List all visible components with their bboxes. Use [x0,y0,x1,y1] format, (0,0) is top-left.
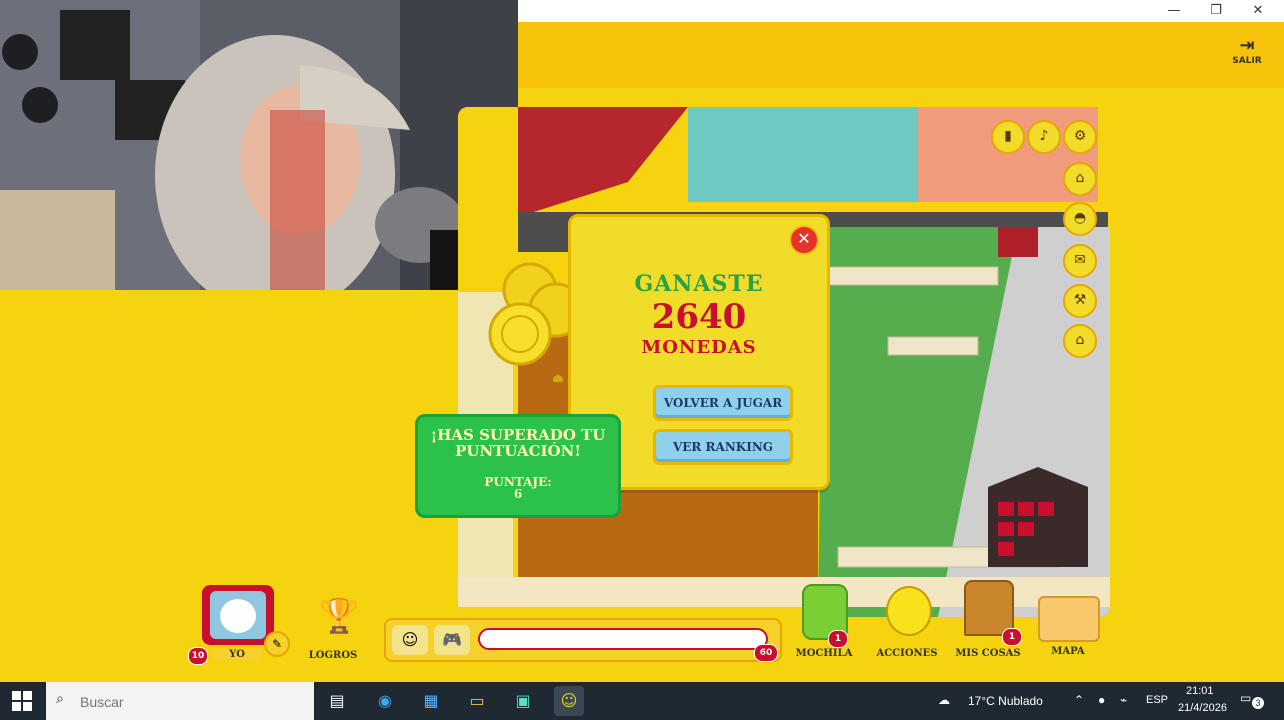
notification-count: 3 [1252,697,1264,709]
game-app-icon[interactable]: ☺ [554,686,584,716]
score-value: 6 [513,487,523,501]
weather-text[interactable]: 17°C Nublado [968,694,1043,708]
trophy-icon: 🏆 [318,596,361,636]
level-badge: 10 [188,647,208,665]
search-icon: ⌕ [56,691,64,707]
map-label: MAPA [1051,646,1085,657]
backpack-label: MOCHILA [795,648,853,659]
mail-icon[interactable]: ✉ [1063,244,1097,278]
house-icon[interactable]: ⌂ [1063,162,1097,196]
avatar [202,585,274,645]
minimize-button[interactable]: — [1154,0,1194,22]
chat-bar: ☺ 🎮 60 [384,618,782,662]
achievements-label: LOGROS [308,650,358,661]
view-ranking-button[interactable]: VER RANKING [653,429,793,465]
cloud-icon: ☁ [938,693,950,707]
win-currency-label: MONEDAS [641,337,757,358]
browser-title-bar: — ❐ ✕ [518,0,1284,22]
exit-label: SALIR [1232,56,1262,66]
brush-icon[interactable]: ✎ [264,631,290,657]
new-record-message: ¡HAS SUPERADO TU PUNTUACIÓN! [430,426,606,460]
game-header: ⇥ SALIR [518,22,1284,88]
stats-icon[interactable]: ▮ [991,120,1025,154]
store-icon[interactable]: ▦ [416,686,446,716]
chat-char-count: 60 [754,644,778,662]
close-window-button[interactable]: ✕ [1238,0,1278,22]
my-things-badge: 1 [1002,628,1022,646]
network-icon[interactable]: ⌁ [1120,693,1127,707]
actions-button[interactable]: ACCIONES [872,584,942,660]
hat-icon[interactable]: ◓ [1063,202,1097,236]
language-indicator[interactable]: ESP [1146,694,1168,706]
microphone-icon[interactable]: ● [1098,693,1105,707]
map-icon [1038,596,1100,642]
chevron-up-icon[interactable]: ⌃ [1074,693,1084,707]
win-amount: 2640 [651,297,747,337]
clock-date[interactable]: 21/4/2026 [1178,702,1227,714]
maximize-button[interactable]: ❐ [1196,0,1236,22]
actions-label: ACCIONES [876,648,938,659]
profile-button[interactable]: 10 YO ✎ [188,585,290,665]
achievements-button[interactable]: 🏆 LOGROS [300,594,366,661]
task-view-icon[interactable]: ▤ [322,686,352,716]
webcam-image [0,0,518,290]
windows-taskbar: ⌕ ▤ ◉ ▦ ▭ ▣ ☺ ☁ 17°C Nublado ⌃ ● ⌁ ESP 2… [0,682,1284,720]
my-things-button[interactable]: 1 MIS COSAS [952,580,1024,660]
clock-time[interactable]: 21:01 [1186,685,1214,697]
map-button[interactable]: MAPA [1032,594,1104,660]
chat-input[interactable] [478,628,768,650]
character-icon [886,586,932,636]
edge-icon[interactable]: ◉ [370,686,400,716]
app-icon[interactable]: ▣ [508,686,538,716]
logout-icon: ⇥ [1239,35,1255,56]
score-popup: ¡HAS SUPERADO TU PUNTUACIÓN! PUNTAJE: 6 [415,414,621,518]
start-button[interactable] [12,691,32,711]
exit-button[interactable]: ⇥ SALIR [1230,35,1264,67]
gamepad-icon[interactable]: 🎮 [434,625,470,655]
win-title: GANASTE [634,271,764,297]
profile-label: YO [212,649,262,660]
backpack-badge: 1 [828,630,848,648]
search-input[interactable] [78,691,232,713]
taskbar-search[interactable]: ⌕ [46,682,314,720]
play-again-button[interactable]: VOLVER A JUGAR [653,385,793,421]
close-popup-button[interactable]: ✕ [789,225,819,255]
file-explorer-icon[interactable]: ▭ [462,686,492,716]
emoji-button[interactable]: ☺ [392,625,428,655]
webcam-overlay [0,0,518,290]
map-house-icon[interactable]: ⌂ [1063,324,1097,358]
hammer-icon[interactable]: ⚒ [1063,284,1097,318]
gear-icon[interactable]: ⚙ [1063,120,1097,154]
my-things-label: MIS COSAS [955,648,1021,659]
music-icon[interactable]: ♪ [1027,120,1061,154]
windows-icon [12,691,32,711]
backpack-button[interactable]: 1 MOCHILA [792,584,856,660]
notifications-button[interactable]: ▭ 3 [1240,691,1264,711]
message-icon: ▭ [1240,691,1252,705]
